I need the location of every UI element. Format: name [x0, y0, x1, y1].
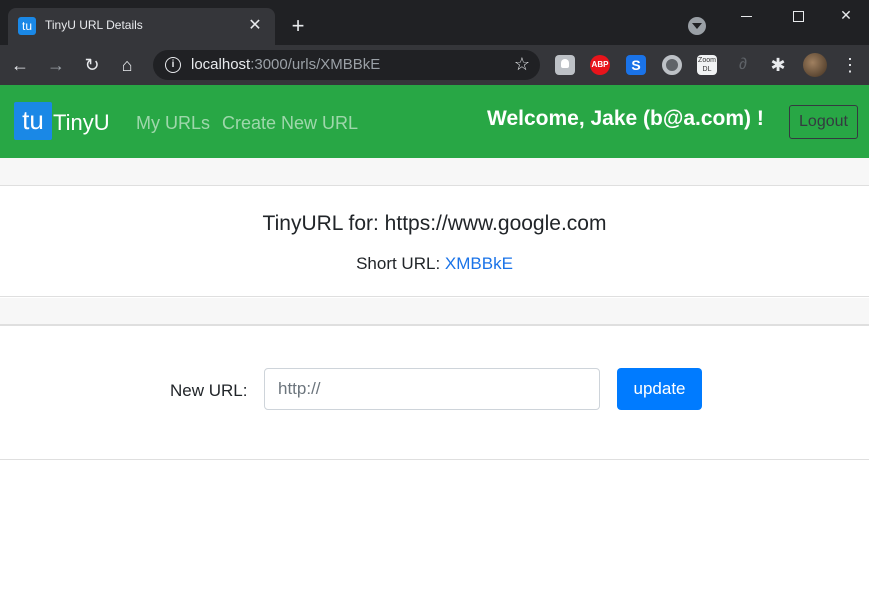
- brand-logo[interactable]: tu: [14, 102, 52, 140]
- profile-avatar[interactable]: [803, 53, 827, 77]
- reload-icon[interactable]: ↻: [80, 53, 104, 77]
- nav-create-new-url[interactable]: Create New URL: [222, 113, 358, 134]
- url-path: :3000/urls/XMBBkE: [250, 56, 381, 73]
- new-tab-icon[interactable]: +: [285, 13, 311, 39]
- address-url[interactable]: localhost:3000/urls/XMBBkE: [191, 56, 380, 73]
- window-close-icon[interactable]: ✕: [823, 0, 869, 30]
- forward-arrow-icon[interactable]: →: [44, 53, 68, 77]
- url-details-card: TinyURL for: https://www.google.com Shor…: [0, 187, 869, 297]
- card-footer: [0, 298, 869, 326]
- tab-favicon-icon: tu: [18, 17, 36, 35]
- logout-button[interactable]: Logout: [789, 105, 858, 139]
- tinyurl-heading: TinyURL for: https://www.google.com: [262, 212, 607, 235]
- app-navbar: tu TinyU My URLs Create New URL Welcome,…: [0, 85, 869, 158]
- back-arrow-icon[interactable]: ←: [8, 53, 32, 77]
- maximize-icon[interactable]: [775, 0, 821, 30]
- new-url-label: New URL:: [170, 381, 248, 400]
- home-icon[interactable]: ⌂: [115, 53, 139, 77]
- extension-link-icon[interactable]: ∂: [733, 55, 753, 75]
- url-host: localhost: [191, 56, 251, 73]
- bookmark-star-icon[interactable]: ☆: [514, 54, 530, 75]
- update-url-form: New URL: update: [0, 327, 869, 460]
- extension-bulb-icon[interactable]: [555, 55, 575, 75]
- browser-tab[interactable]: tu TinyU URL Details ✕: [8, 8, 275, 45]
- extensions-puzzle-icon[interactable]: ✱: [768, 55, 788, 75]
- tab-close-icon[interactable]: ✕: [243, 14, 267, 38]
- site-info-icon[interactable]: i: [165, 57, 181, 73]
- short-url-line: Short URL: XMBBkE: [0, 254, 869, 274]
- extension-s-icon[interactable]: S: [626, 55, 646, 75]
- zoom-dl-icon[interactable]: Zoom DL: [697, 55, 717, 75]
- browser-toolbar: ← → ↻ ⌂ i localhost:3000/urls/XMBBkE ☆ A…: [0, 45, 869, 85]
- extension-circle-icon[interactable]: [662, 55, 682, 75]
- nav-my-urls[interactable]: My URLs: [136, 113, 210, 134]
- browser-tabstrip: tu TinyU URL Details ✕ + ✕: [0, 0, 869, 45]
- new-url-input[interactable]: [264, 368, 600, 410]
- short-url-link[interactable]: XMBBkE: [445, 254, 513, 273]
- tab-title: TinyU URL Details: [45, 18, 143, 32]
- adblock-icon[interactable]: ABP: [590, 55, 610, 75]
- brand-name[interactable]: TinyU: [53, 110, 110, 136]
- tab-search-icon[interactable]: [688, 17, 706, 35]
- minimize-icon[interactable]: [723, 0, 769, 30]
- menu-dots-icon[interactable]: ⋮: [840, 53, 860, 77]
- welcome-message: Welcome, Jake (b@a.com) !: [487, 107, 764, 130]
- update-button[interactable]: update: [617, 368, 702, 410]
- address-bar[interactable]: i localhost:3000/urls/XMBBkE ☆: [153, 50, 540, 80]
- card-header: [0, 158, 869, 186]
- short-url-label: Short URL:: [356, 254, 445, 273]
